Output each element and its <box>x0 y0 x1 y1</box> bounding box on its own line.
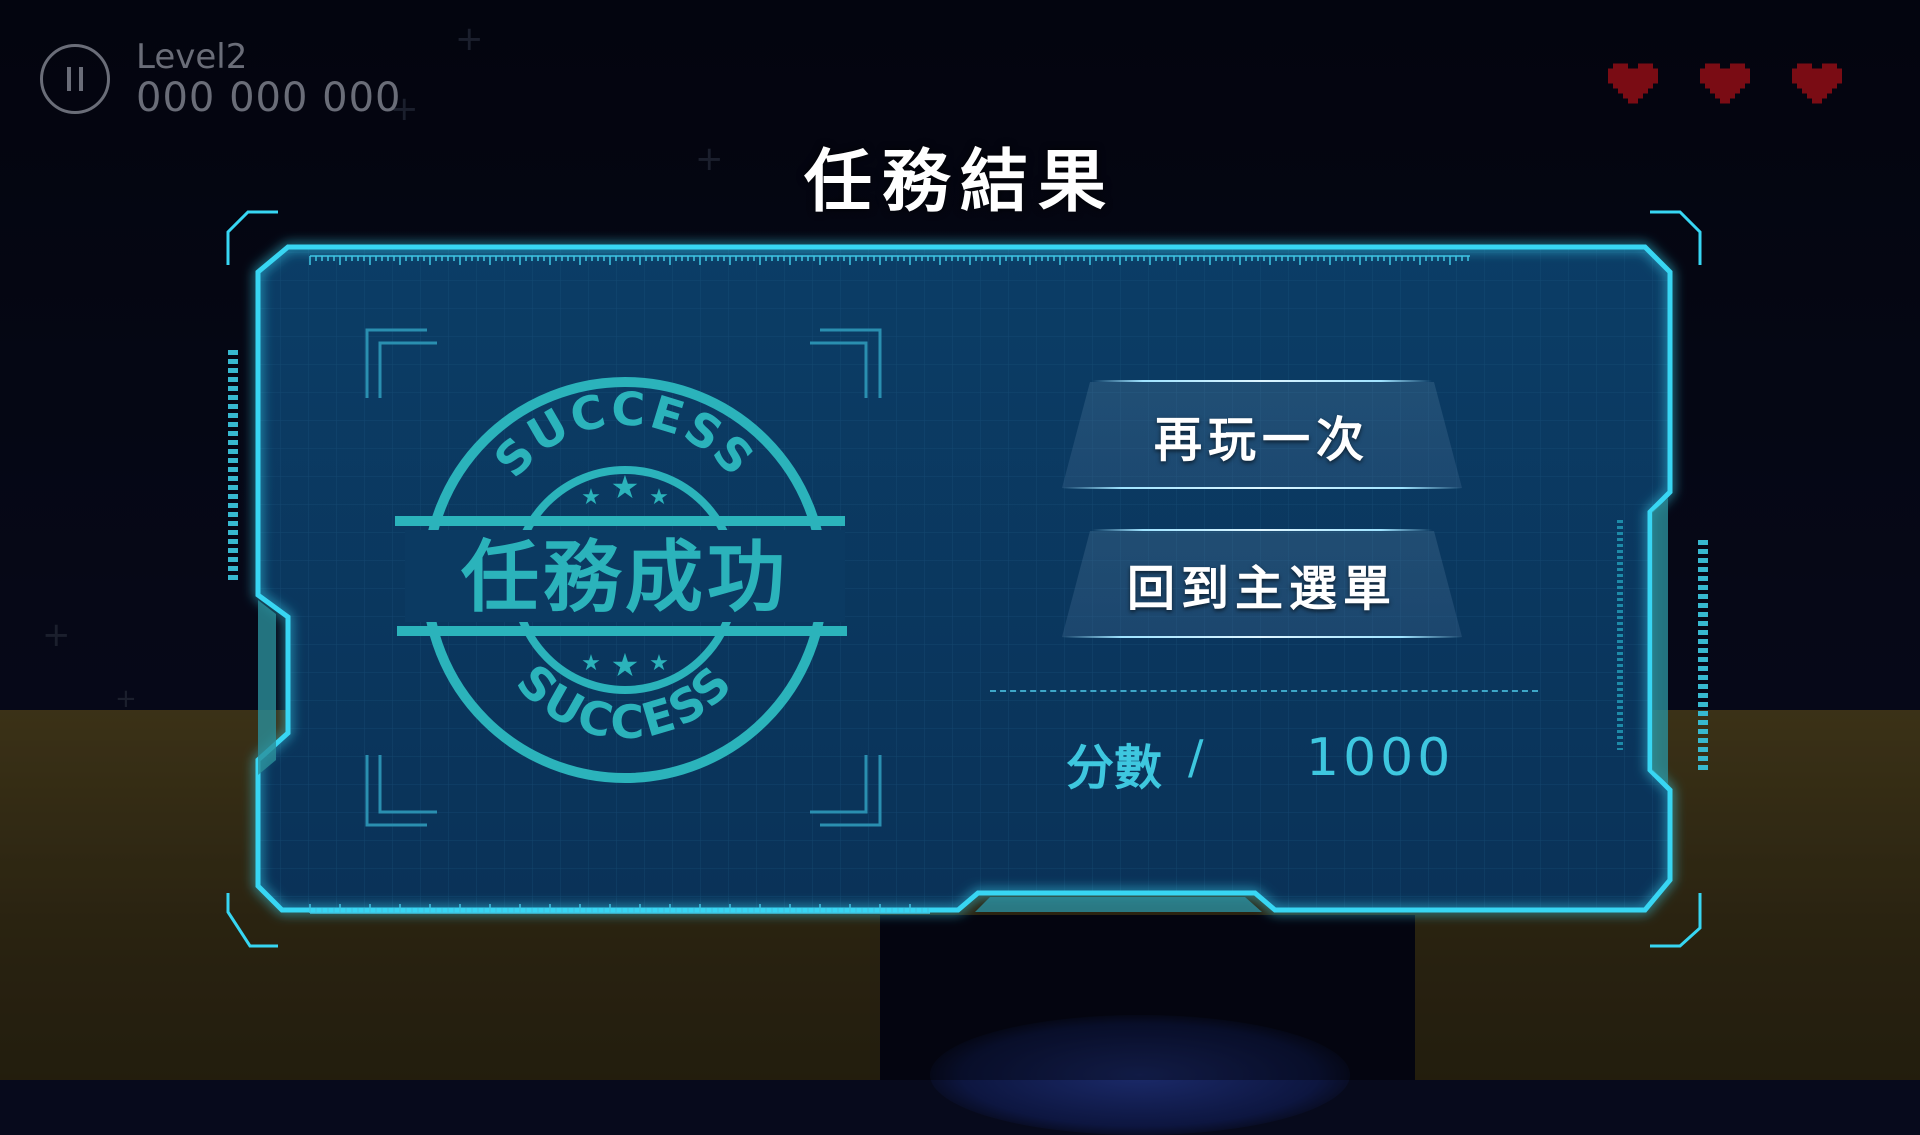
button-top-line <box>1092 380 1432 382</box>
score-label: 分數 <box>1066 740 1163 796</box>
score-value: 1000 <box>1306 728 1455 788</box>
play-again-button[interactable]: 再玩一次 <box>1062 382 1462 488</box>
divider <box>990 690 1538 692</box>
button-bottom-line <box>1062 487 1462 489</box>
button-top-line <box>1092 529 1432 531</box>
main-menu-button[interactable]: 回到主選單 <box>1062 531 1462 637</box>
button-bottom-line <box>1062 636 1462 638</box>
score-separator: / <box>1188 730 1204 784</box>
result-actions: 再玩一次 回到主選單 分數 / 1000 <box>0 0 1920 1080</box>
